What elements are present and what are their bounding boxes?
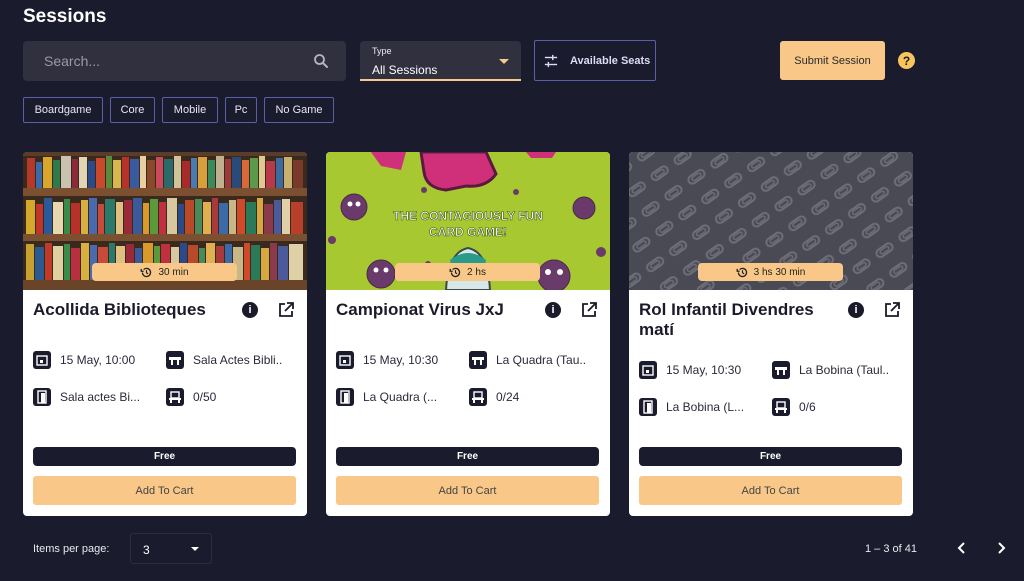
chip-mobile[interactable]: Mobile — [162, 97, 218, 123]
duration-badge: 3 hs 30 min — [698, 263, 843, 281]
date-detail: 15 May, 10:30 — [336, 351, 438, 369]
seats-text: 0/6 — [799, 400, 816, 414]
chip-boardgame[interactable]: Boardgame — [23, 97, 103, 123]
available-seats-button[interactable]: Available Seats — [534, 40, 656, 81]
submit-session-button[interactable]: Submit Session — [780, 41, 885, 80]
available-seats-label: Available Seats — [570, 54, 651, 67]
room-text: La Bobina (Taul... — [799, 363, 889, 377]
seats-text: 0/50 — [193, 390, 217, 404]
calendar-icon — [336, 351, 354, 369]
table-icon — [772, 361, 790, 379]
duration-text: 3 hs 30 min — [753, 266, 806, 278]
table-icon — [469, 351, 487, 369]
door-icon — [33, 388, 51, 406]
items-per-page-select[interactable]: 3 — [130, 533, 212, 564]
price-badge: Free — [336, 447, 599, 466]
seat-icon — [166, 388, 184, 406]
history-clock-icon — [141, 267, 152, 277]
session-card[interactable]: THE CONTAGIOUSLY FUN CARD GAME! 2 hs Cam… — [326, 152, 610, 516]
session-card[interactable]: 3 hs 30 min Rol Infantil Divendres matí … — [629, 152, 913, 516]
dropdown-arrow-icon — [191, 547, 199, 551]
type-select[interactable]: Type All Sessions — [360, 41, 521, 81]
location-detail: Sala actes Bi... — [33, 388, 140, 406]
room-detail: La Quadra (Tau... — [469, 351, 586, 369]
session-card[interactable]: 30 min Acollida Biblioteques i 15 May, 1… — [23, 152, 307, 516]
previous-page-icon[interactable] — [954, 540, 970, 556]
room-detail: Sala Actes Bibli... — [166, 351, 283, 369]
session-title: Campionat Virus JxJ — [336, 300, 504, 319]
session-title: Acollida Biblioteques — [33, 300, 206, 319]
seats-detail: 0/6 — [772, 398, 816, 416]
next-page-icon[interactable] — [993, 540, 1009, 556]
date-detail: 15 May, 10:00 — [33, 351, 135, 369]
add-to-cart-button[interactable]: Add To Cart — [336, 476, 599, 505]
seat-icon — [469, 388, 487, 406]
door-icon — [639, 398, 657, 416]
filter-sliders-icon — [544, 54, 558, 67]
page-title: Sessions — [23, 6, 107, 27]
seats-detail: 0/50 — [166, 388, 216, 406]
history-clock-icon — [736, 267, 747, 277]
dropdown-arrow-icon — [499, 59, 509, 64]
duration-text: 30 min — [158, 266, 189, 278]
date-detail: 15 May, 10:30 — [639, 361, 741, 379]
info-icon[interactable]: i — [242, 302, 258, 318]
pagination-range: 1 – 3 of 41 — [865, 543, 917, 555]
game-tagline-line2: CARD GAME! — [429, 225, 507, 239]
location-text: La Bobina (L... — [666, 400, 745, 414]
calendar-icon — [33, 351, 51, 369]
session-title: Rol Infantil Divendres matí — [639, 300, 814, 339]
items-per-page-value: 3 — [143, 543, 150, 557]
open-in-new-icon[interactable] — [883, 301, 901, 319]
location-detail: La Quadra (... — [336, 388, 437, 406]
type-select-label: Type — [372, 46, 392, 56]
search-box[interactable] — [23, 41, 346, 81]
seats-detail: 0/24 — [469, 388, 519, 406]
search-icon[interactable] — [312, 52, 330, 70]
duration-badge: 2 hs — [395, 263, 540, 281]
date-text: 15 May, 10:30 — [363, 353, 439, 367]
seat-icon — [772, 398, 790, 416]
date-text: 15 May, 10:30 — [666, 363, 742, 377]
location-detail: La Bobina (L... — [639, 398, 744, 416]
room-detail: La Bobina (Taul... — [772, 361, 889, 379]
open-in-new-icon[interactable] — [580, 301, 598, 319]
duration-text: 2 hs — [467, 266, 486, 278]
location-text: La Quadra (... — [363, 390, 438, 404]
price-badge: Free — [639, 447, 902, 466]
chip-pc[interactable]: Pc — [225, 97, 257, 123]
room-text: La Quadra (Tau... — [496, 353, 586, 367]
price-badge: Free — [33, 447, 296, 466]
seats-text: 0/24 — [496, 390, 520, 404]
type-select-value: All Sessions — [372, 63, 438, 77]
calendar-icon — [639, 361, 657, 379]
table-icon — [166, 351, 184, 369]
room-text: Sala Actes Bibli... — [193, 353, 283, 367]
duration-badge: 30 min — [92, 263, 237, 281]
info-icon[interactable]: i — [848, 302, 864, 318]
help-icon[interactable]: ? — [898, 52, 915, 69]
game-tagline-line1: THE CONTAGIOUSLY FUN — [393, 209, 543, 223]
door-icon — [336, 388, 354, 406]
chip-no-game[interactable]: No Game — [264, 97, 334, 123]
chip-core[interactable]: Core — [110, 97, 155, 123]
search-input[interactable] — [23, 41, 303, 81]
open-in-new-icon[interactable] — [277, 301, 295, 319]
info-icon[interactable]: i — [545, 302, 561, 318]
history-clock-icon — [449, 267, 461, 277]
add-to-cart-button[interactable]: Add To Cart — [639, 476, 902, 505]
items-per-page-label: Items per page: — [33, 543, 110, 555]
add-to-cart-button[interactable]: Add To Cart — [33, 476, 296, 505]
location-text: Sala actes Bi... — [60, 390, 141, 404]
date-text: 15 May, 10:00 — [60, 353, 136, 367]
